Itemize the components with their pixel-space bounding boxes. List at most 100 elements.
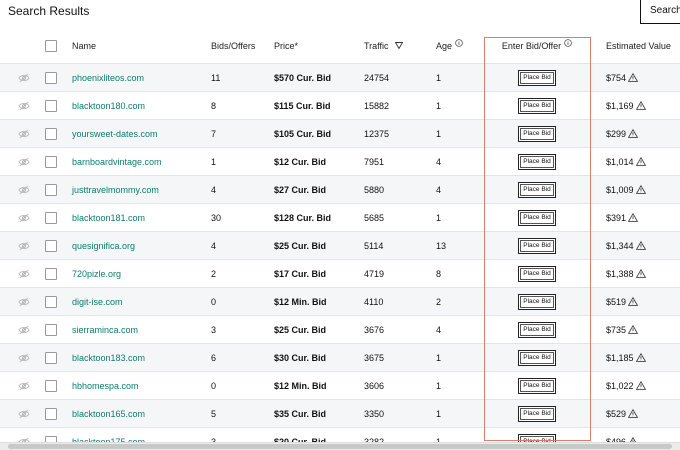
enter-bid-cell: Place Bid [484, 260, 590, 287]
place-bid-button[interactable]: Place Bid [518, 377, 556, 394]
domain-link[interactable]: digit-ise.com [72, 288, 202, 315]
sort-down-icon[interactable] [394, 42, 403, 49]
select-all-checkbox[interactable] [45, 39, 57, 52]
eye-off-icon[interactable] [18, 185, 30, 195]
estimated-value: $1,022 [606, 380, 634, 391]
place-bid-button[interactable]: Place Bid [518, 153, 556, 170]
row-checkbox[interactable] [45, 323, 57, 336]
row-checkbox[interactable] [45, 71, 57, 84]
eye-off-icon[interactable] [18, 101, 30, 111]
warning-icon[interactable] [635, 241, 646, 250]
domain-link[interactable]: phoenixliteos.com [72, 64, 202, 91]
place-bid-button[interactable]: Place Bid [518, 181, 556, 198]
enter-bid-cell: Place Bid [484, 92, 590, 119]
bids-count: 5 [211, 408, 217, 419]
info-icon[interactable] [564, 38, 572, 47]
domain-link[interactable]: quesignifica.org [72, 232, 202, 259]
domain-link[interactable]: barnboardvintage.com [72, 148, 202, 175]
domain-link[interactable]: blacktoon183.com [72, 344, 202, 371]
eye-off-icon[interactable] [18, 129, 30, 139]
warning-icon[interactable] [635, 269, 646, 278]
domain-link[interactable]: blacktoon181.com [72, 204, 202, 231]
domain-link[interactable]: hbhomespa.com [72, 372, 202, 399]
eye-off-icon[interactable] [18, 381, 30, 391]
info-icon[interactable] [455, 38, 463, 47]
column-header-traffic[interactable]: Traffic [364, 28, 434, 63]
estimated-value: $735 [606, 324, 627, 335]
eye-off-icon[interactable] [18, 213, 30, 223]
column-header-age[interactable]: Age [436, 28, 482, 63]
row-checkbox[interactable] [45, 127, 57, 140]
domain-link[interactable]: sierraminca.com [72, 316, 202, 343]
domain-link[interactable]: yoursweet-dates.com [72, 120, 202, 147]
row-checkbox[interactable] [45, 99, 57, 112]
warning-icon[interactable] [635, 185, 646, 194]
search-button[interactable]: Searche [640, 0, 680, 24]
eye-off-icon[interactable] [18, 73, 30, 83]
row-checkbox[interactable] [45, 183, 57, 196]
warning-icon[interactable] [628, 213, 639, 222]
domain-link[interactable]: blacktoon165.com [72, 400, 202, 427]
estimated-value: $519 [606, 296, 627, 307]
bids-count: 1 [211, 156, 217, 167]
domain-link[interactable]: 720pizle.org [72, 260, 202, 287]
select-all-cell [44, 28, 58, 63]
bids-count: 7 [211, 128, 217, 139]
estimated-value-cell: $1,388 [606, 260, 680, 287]
eye-off-icon[interactable] [18, 269, 30, 279]
place-bid-button[interactable]: Place Bid [518, 405, 556, 422]
horizontal-scrollbar[interactable] [0, 442, 680, 450]
place-bid-button[interactable]: Place Bid [518, 209, 556, 226]
warning-icon[interactable] [628, 325, 639, 334]
estimated-value: $1,344 [606, 240, 634, 251]
page-title: Search Results [8, 4, 90, 18]
age-value: 2 [436, 296, 442, 307]
row-checkbox[interactable] [45, 351, 57, 364]
row-select-cell [44, 64, 58, 91]
row-checkbox[interactable] [45, 295, 57, 308]
place-bid-button[interactable]: Place Bid [518, 293, 556, 310]
warning-icon[interactable] [628, 297, 639, 306]
warning-icon[interactable] [628, 73, 639, 82]
table-row: blacktoon180.com 8 $115 Cur. Bid 15882 1 Plac… [0, 91, 680, 119]
eye-off-icon[interactable] [18, 409, 30, 419]
warning-icon[interactable] [628, 409, 639, 418]
price-value: $12 Min. Bid [274, 380, 327, 391]
place-bid-button[interactable]: Place Bid [518, 349, 556, 366]
eye-off-icon[interactable] [18, 241, 30, 251]
table-row: 720pizle.org 2 $17 Cur. Bid 4719 8 Place Bid $… [0, 259, 680, 287]
row-checkbox[interactable] [45, 407, 57, 420]
row-select-cell [44, 148, 58, 175]
eye-off-icon[interactable] [18, 353, 30, 363]
place-bid-button[interactable]: Place Bid [518, 97, 556, 114]
row-checkbox[interactable] [45, 211, 57, 224]
column-header-price[interactable]: Price* [274, 28, 362, 63]
domain-link[interactable]: justtravelmommy.com [72, 176, 202, 203]
place-bid-button[interactable]: Place Bid [518, 69, 556, 86]
row-checkbox[interactable] [45, 267, 57, 280]
row-checkbox[interactable] [45, 239, 57, 252]
row-checkbox[interactable] [45, 155, 57, 168]
eye-off-icon[interactable] [18, 157, 30, 167]
warning-icon[interactable] [635, 353, 646, 362]
column-header-bids[interactable]: Bids/Offers [211, 28, 271, 63]
table-row: digit-ise.com 0 $12 Min. Bid 4110 2 Place Bid… [0, 287, 680, 315]
column-header-estimated-value[interactable]: Estimated Value [606, 28, 680, 63]
warning-icon[interactable] [635, 157, 646, 166]
place-bid-button[interactable]: Place Bid [518, 125, 556, 142]
place-bid-button[interactable]: Place Bid [518, 265, 556, 282]
place-bid-button[interactable]: Place Bid [518, 237, 556, 254]
warning-icon[interactable] [635, 381, 646, 390]
hide-toggle-cell [16, 344, 32, 371]
warning-icon[interactable] [628, 129, 639, 138]
warning-icon[interactable] [635, 101, 646, 110]
column-header-name[interactable]: Name [72, 28, 202, 63]
age-value: 1 [436, 100, 442, 111]
eye-off-icon[interactable] [18, 297, 30, 307]
scrollbar-thumb[interactable] [8, 444, 672, 449]
eye-off-icon[interactable] [18, 325, 30, 335]
hide-toggle-cell [16, 232, 32, 259]
row-checkbox[interactable] [45, 379, 57, 392]
place-bid-button[interactable]: Place Bid [518, 321, 556, 338]
domain-link[interactable]: blacktoon180.com [72, 92, 202, 119]
